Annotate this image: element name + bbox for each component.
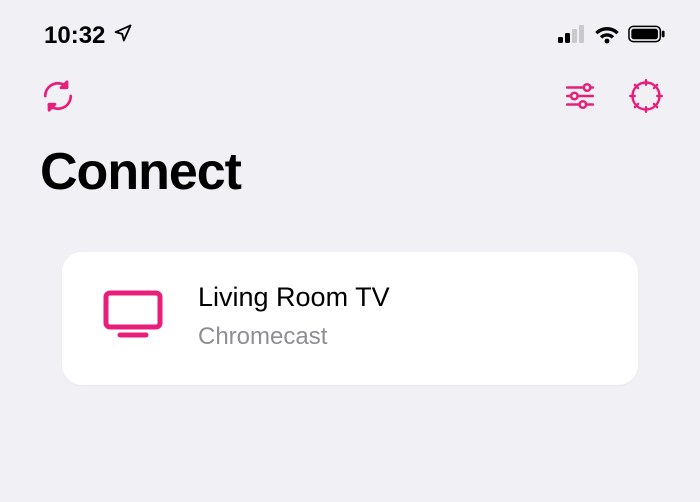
battery-icon (628, 25, 666, 48)
settings-button[interactable] (628, 78, 664, 114)
cellular-icon (558, 25, 586, 48)
status-time: 10:32 (44, 22, 105, 50)
toolbar (0, 54, 700, 114)
status-right (558, 24, 666, 49)
wifi-icon (594, 24, 620, 49)
tv-icon (102, 287, 164, 346)
page-title: Connect (0, 114, 700, 202)
location-icon (113, 22, 133, 50)
status-bar: 10:32 (0, 0, 700, 54)
refresh-button[interactable] (40, 78, 76, 114)
device-name: Living Room TV (198, 282, 390, 313)
device-card[interactable]: Living Room TV Chromecast (62, 252, 638, 385)
device-texts: Living Room TV Chromecast (198, 282, 390, 351)
status-left: 10:32 (44, 22, 133, 50)
filters-button[interactable] (562, 79, 598, 113)
device-type: Chromecast (198, 323, 390, 351)
toolbar-right (562, 78, 664, 114)
